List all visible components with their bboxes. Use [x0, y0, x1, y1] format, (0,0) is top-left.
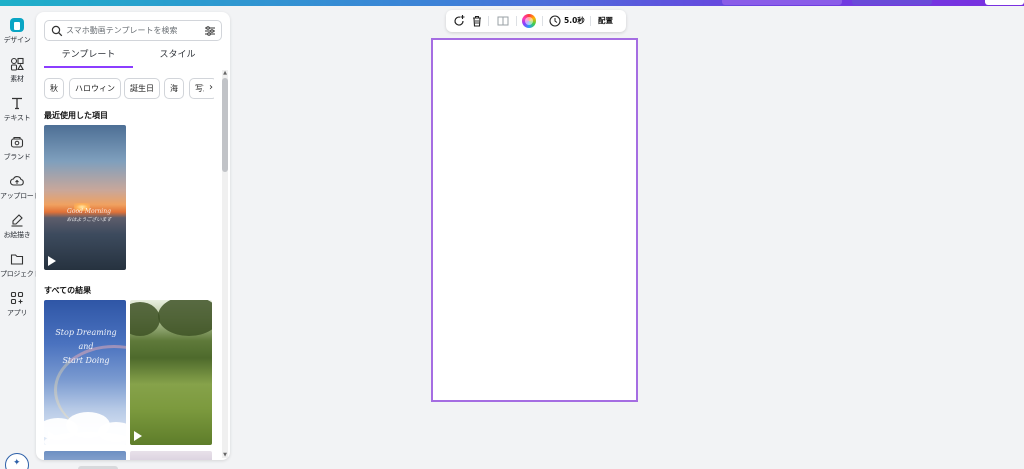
color-picker-center: [525, 17, 533, 25]
position-button[interactable]: 配置: [598, 14, 620, 28]
duration-button[interactable]: 5.0秒: [549, 14, 585, 28]
design-canvas-page[interactable]: [431, 38, 638, 402]
panel-tabs: テンプレート スタイル: [44, 48, 222, 68]
topbar-menu-shadow: [722, 0, 842, 5]
scroll-down-icon[interactable]: ▼: [222, 452, 228, 458]
text-icon: [12, 97, 22, 110]
overlay-line-1: Good Morning: [67, 208, 111, 215]
cloud-shape: [44, 432, 126, 445]
result-template-thumbnail[interactable]: [44, 451, 126, 460]
tree-shape: [130, 302, 160, 336]
rail-label: ブランド: [3, 153, 31, 161]
toolbar-divider: [542, 16, 543, 26]
upload-icon: [10, 176, 24, 186]
thumbnail-overlay-text: Stop Dreaming and Start Doing: [50, 326, 122, 368]
rail-label: デザイン: [3, 36, 31, 44]
rail-label: 素材: [10, 75, 24, 83]
result-template-thumbnail[interactable]: [130, 451, 212, 460]
play-icon: [134, 431, 142, 441]
overlay-line-1: Stop Dreaming and: [55, 328, 117, 351]
chip-autumn[interactable]: 秋: [44, 78, 64, 99]
scroll-up-icon[interactable]: ▲: [222, 70, 228, 76]
folder-icon: [10, 254, 24, 265]
top-gradient-bar: [0, 0, 1024, 6]
rail-item-text[interactable]: テキスト: [0, 96, 34, 123]
rail-label: アップロード: [0, 192, 41, 200]
elements-icon: [10, 57, 24, 71]
keyword-chips: 秋 ハロウィン 誕生日 海 写真: [44, 78, 214, 100]
side-rail: デザイン 素材 テキスト ブランド アップロード お絵描き プロジェクト アプリ: [0, 6, 41, 469]
chip-halloween[interactable]: ハロウィン: [69, 78, 121, 99]
toolbar-divider: [516, 16, 517, 26]
rail-item-elements[interactable]: 素材: [0, 57, 34, 84]
all-results-title: すべての結果: [44, 286, 92, 295]
sparkle-icon: ✦: [13, 458, 21, 468]
duration-label: 5.0秒: [564, 16, 585, 25]
filter-icon[interactable]: [204, 25, 216, 37]
search-input[interactable]: [66, 23, 201, 38]
rail-item-projects[interactable]: プロジェクト: [0, 252, 41, 279]
color-picker-icon[interactable]: [522, 14, 536, 28]
chip-birthday[interactable]: 誕生日: [124, 78, 160, 99]
trash-icon[interactable]: [470, 14, 484, 28]
design-icon: [10, 18, 24, 32]
rail-item-design[interactable]: デザイン: [0, 18, 34, 45]
toolbar-divider: [590, 16, 591, 26]
rail-item-upload[interactable]: アップロード: [0, 174, 41, 201]
element-toolbar: 5.0秒 配置: [446, 10, 626, 32]
chip-scroll-right-icon[interactable]: ›: [204, 80, 218, 96]
thumbnail-overlay-text: Good Morning おはようございます: [64, 207, 114, 225]
rail-label: お絵描き: [3, 231, 31, 239]
rail-label: テキスト: [3, 114, 31, 122]
brand-icon: [10, 136, 24, 148]
overlay-line-2: おはようございます: [66, 217, 112, 223]
split-icon[interactable]: [496, 14, 510, 28]
recent-template-thumbnail[interactable]: Good Morning おはようございます: [44, 125, 126, 270]
rail-item-brand[interactable]: ブランド: [0, 135, 34, 162]
play-icon: [48, 431, 56, 441]
apps-icon: [10, 291, 24, 305]
rail-item-draw[interactable]: お絵描き: [0, 213, 34, 240]
rail-item-apps[interactable]: アプリ: [0, 291, 34, 318]
topbar-user-shadow: [852, 0, 932, 5]
tab-styles[interactable]: スタイル: [133, 48, 222, 68]
result-template-thumbnail[interactable]: [130, 300, 212, 445]
draw-icon: [11, 214, 23, 227]
play-icon: [48, 256, 56, 266]
rail-label: アプリ: [6, 309, 28, 317]
toolbar-divider: [488, 16, 489, 26]
rail-label: プロジェクト: [0, 270, 41, 278]
tree-shape: [158, 300, 212, 336]
chip-sea[interactable]: 海: [164, 78, 184, 99]
templates-panel: テンプレート スタイル 秋 ハロウィン 誕生日 海 写真 › 最近使用した項目 …: [36, 12, 230, 460]
topbar-button-shadow: [985, 0, 1024, 5]
recent-section-title: 最近使用した項目: [44, 111, 108, 120]
result-template-thumbnail[interactable]: Stop Dreaming and Start Doing: [44, 300, 126, 445]
overlay-line-2: Start Doing: [62, 356, 110, 365]
clock-icon: [549, 15, 561, 27]
search-icon: [51, 25, 63, 37]
tab-templates[interactable]: テンプレート: [44, 48, 133, 68]
search-box: [44, 20, 222, 41]
add-page-icon[interactable]: [452, 14, 466, 28]
panel-scrollbar-thumb[interactable]: [222, 78, 228, 172]
